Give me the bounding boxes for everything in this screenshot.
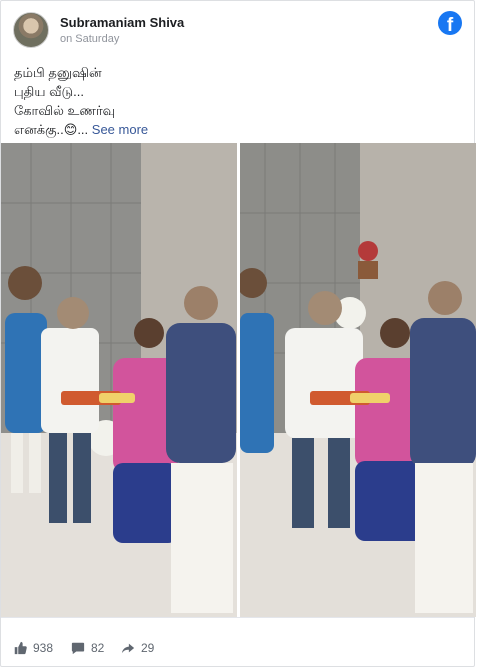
house-warming-photo xyxy=(240,143,476,617)
shares-count: 29 xyxy=(141,641,155,655)
post-text-line-last: எனக்கு..😊... See more xyxy=(14,120,462,139)
shares-stat[interactable]: 29 xyxy=(121,641,154,655)
photo-right[interactable] xyxy=(240,143,476,617)
post-card: Subramaniam Shiva on Saturday f தம்பி தன… xyxy=(0,0,476,667)
comments-stat[interactable]: 82 xyxy=(71,641,104,655)
post-header: Subramaniam Shiva on Saturday f xyxy=(13,11,462,51)
post-text-line: புதிய வீடு... xyxy=(14,84,84,99)
likes-stat[interactable]: 938 xyxy=(13,641,53,655)
likes-count: 938 xyxy=(33,641,54,655)
house-warming-photo xyxy=(1,143,237,617)
see-more-link[interactable]: See more xyxy=(92,122,148,137)
photo-grid xyxy=(1,143,476,617)
comments-count: 82 xyxy=(91,641,105,655)
share-arrow-icon xyxy=(121,643,135,654)
facebook-icon[interactable]: f xyxy=(438,11,462,35)
post-timestamp[interactable]: on Saturday xyxy=(60,33,119,45)
thumbs-up-icon xyxy=(14,641,27,655)
post-text: தம்பி தனுஷின் புதிய வீடு... கோவில் உணர்வ… xyxy=(14,63,462,139)
footer-divider xyxy=(1,617,474,618)
post-text-line: தம்பி தனுஷின் xyxy=(14,65,102,80)
author-name[interactable]: Subramaniam Shiva xyxy=(60,15,184,30)
comment-icon xyxy=(71,642,85,655)
post-text-line: கோவில் உணர்வு xyxy=(14,103,116,118)
photo-left[interactable] xyxy=(1,143,237,617)
avatar[interactable] xyxy=(13,12,49,48)
post-text-line: எனக்கு..😊... xyxy=(14,122,89,137)
post-footer: 938 82 29 xyxy=(13,629,462,659)
